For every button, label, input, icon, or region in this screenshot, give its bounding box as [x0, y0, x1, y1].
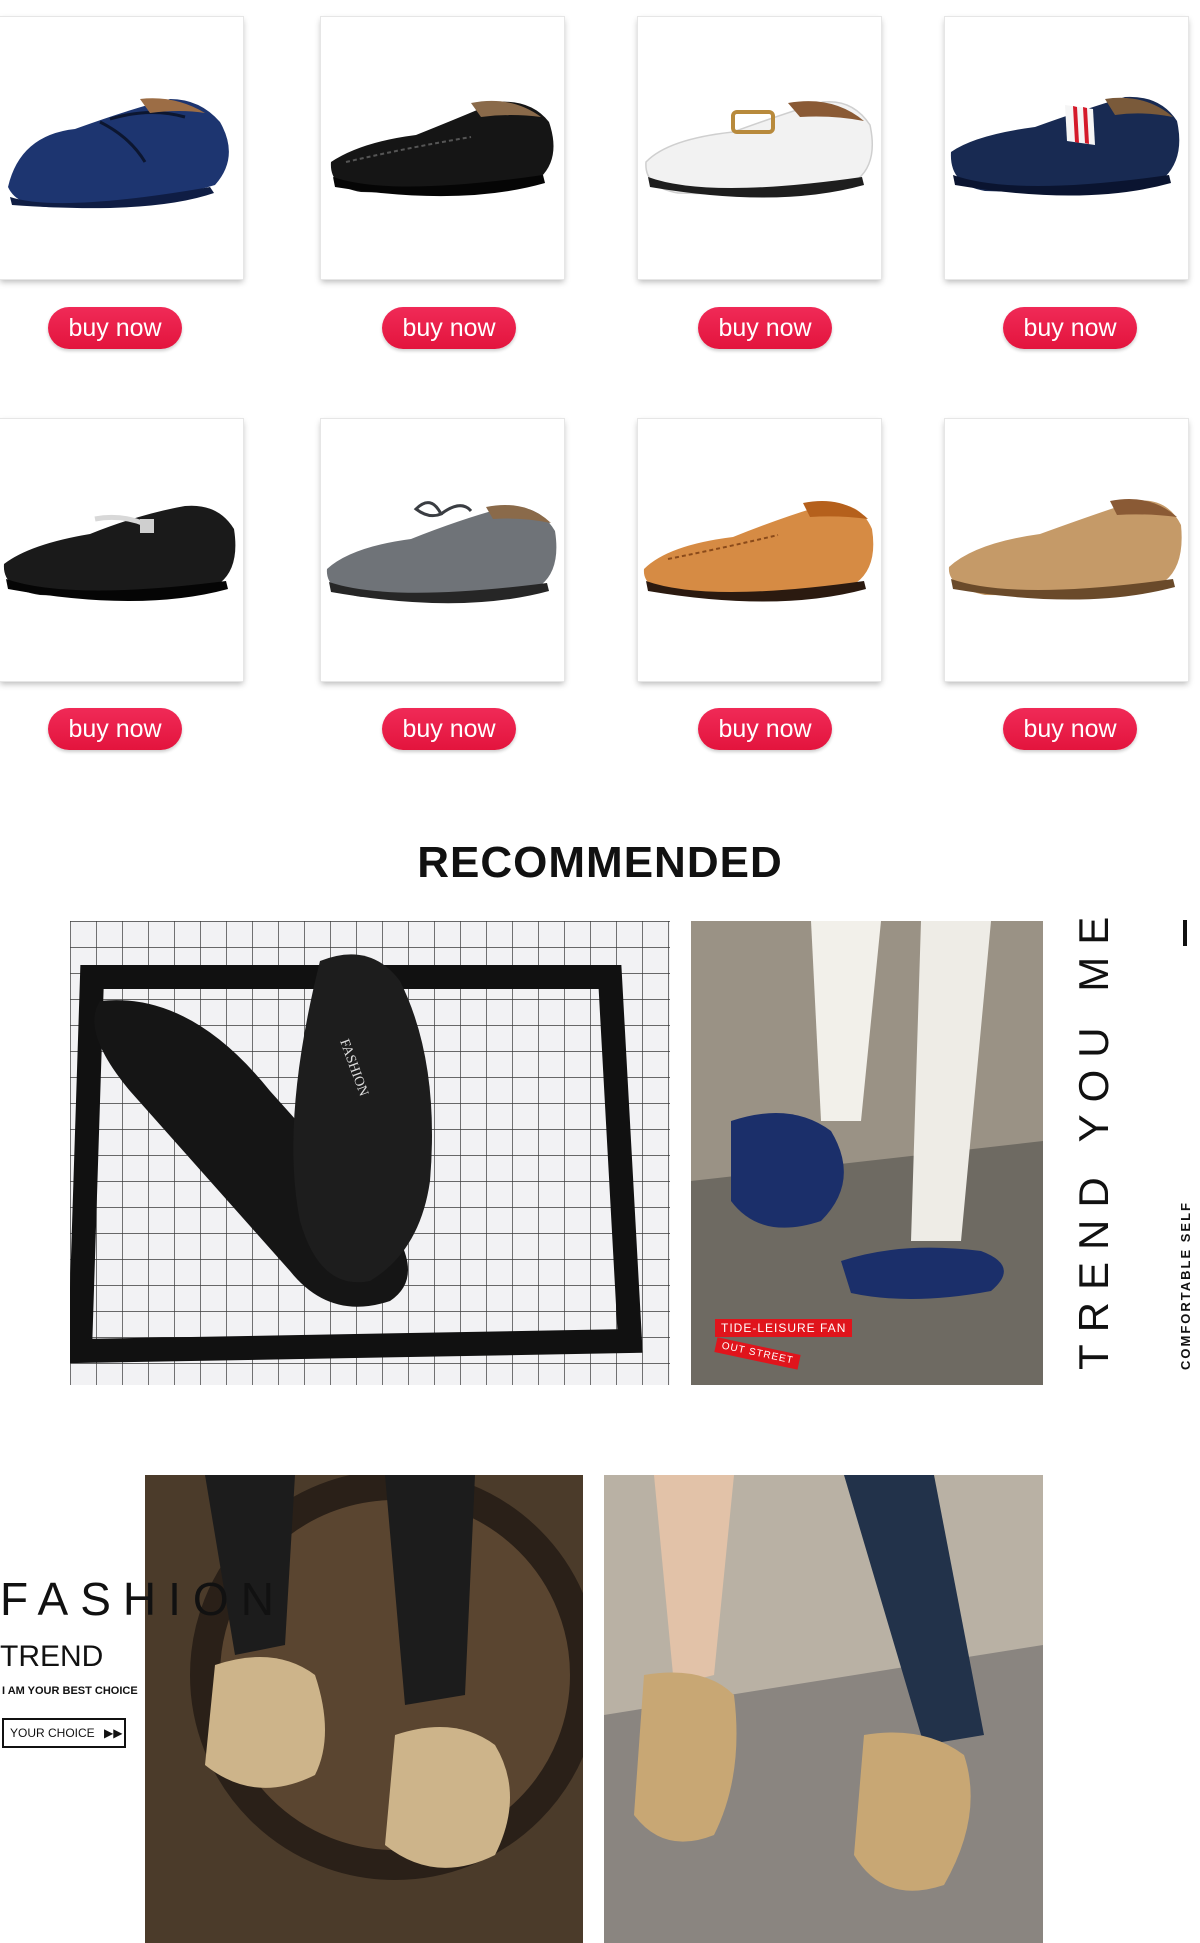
street-style-image: [691, 921, 1043, 1385]
buy-now-button-7[interactable]: buy now: [698, 708, 832, 750]
buy-now-button-1[interactable]: buy now: [48, 307, 182, 349]
section-title-recommended: RECOMMENDED: [417, 838, 783, 887]
boots-image-1: [145, 1475, 583, 1943]
buy-now-button-8[interactable]: buy now: [1003, 708, 1137, 750]
product-card-2[interactable]: [321, 17, 564, 279]
product-card-1[interactable]: [0, 17, 243, 279]
product-image-3: [645, 100, 873, 198]
vertical-caption-comfortable-self: COMFORTABLE SELF: [1178, 1201, 1193, 1370]
buy-now-button-2[interactable]: buy now: [382, 307, 516, 349]
product-image-8: [948, 499, 1182, 600]
buy-now-button-3[interactable]: buy now: [698, 307, 832, 349]
product-image-7: [643, 501, 874, 602]
boots-photo-1[interactable]: [145, 1475, 583, 1943]
your-choice-label: YOUR CHOICE: [10, 1726, 95, 1740]
product-card-4[interactable]: [945, 17, 1188, 279]
product-image-1: [8, 98, 229, 209]
double-chevron-icon: ▶▶: [104, 1726, 123, 1740]
buy-now-button-6[interactable]: buy now: [382, 708, 516, 750]
recommended-photo-street-style[interactable]: TIDE-LEISURE FAN OUT STREET: [691, 921, 1043, 1385]
product-image-4: [950, 96, 1180, 196]
product-card-7[interactable]: [638, 419, 881, 681]
vertical-heading-trend-you-me: TREND YOU ME: [1070, 904, 1117, 1370]
product-image-2: [330, 100, 554, 197]
buy-now-button-5[interactable]: buy now: [48, 708, 182, 750]
boots-photo-2[interactable]: [604, 1475, 1043, 1943]
promo-heading-fashion: FASHION: [0, 1573, 286, 1625]
your-choice-button[interactable]: YOUR CHOICE ▶▶: [2, 1718, 126, 1748]
product-card-8[interactable]: [945, 419, 1188, 681]
product-card-3[interactable]: [638, 17, 881, 279]
product-image-6: [326, 501, 557, 604]
decorative-dash: [1183, 920, 1187, 946]
buy-now-button-4[interactable]: buy now: [1003, 307, 1137, 349]
boots-image-2: [604, 1475, 1043, 1943]
promo-tagline: I AM YOUR BEST CHOICE: [2, 1685, 138, 1697]
recommended-photo-black-loafers[interactable]: FASHION: [70, 921, 670, 1385]
product-card-5[interactable]: [0, 419, 243, 681]
product-image-5: [3, 505, 236, 601]
tag-tide-leisure-fan: TIDE-LEISURE FAN: [715, 1319, 853, 1337]
black-loafers-image: FASHION: [70, 921, 670, 1385]
promo-subheading-trend: TREND: [0, 1640, 104, 1673]
product-card-6[interactable]: [321, 419, 564, 681]
